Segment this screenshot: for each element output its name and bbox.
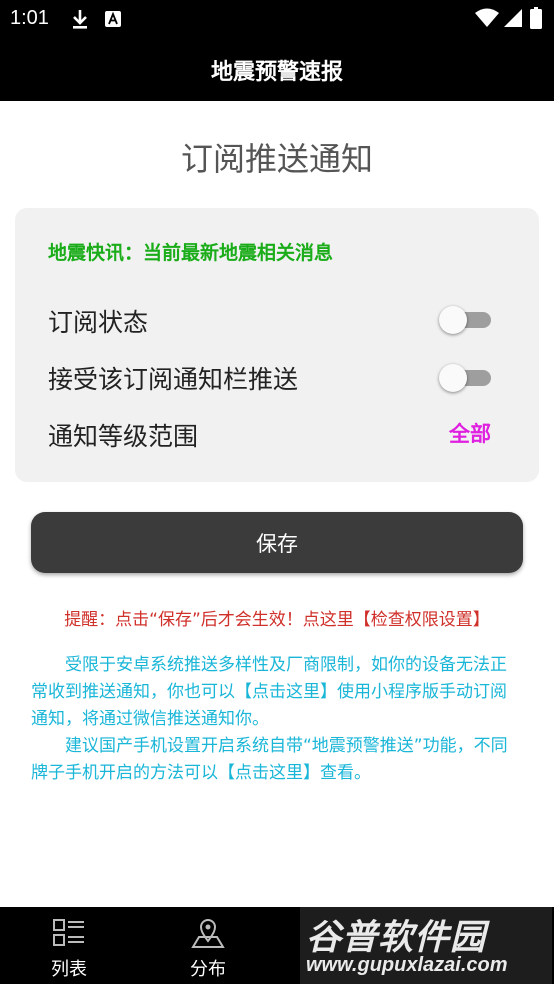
wifi-icon xyxy=(475,8,499,27)
status-time: 1:01 xyxy=(10,7,49,29)
subscription-card: 地震快讯：当前最新地震相关消息 订阅状态 接受该订阅通知栏推送 通知等级范围 全… xyxy=(15,208,539,482)
watermark: 谷普软件园 www.gupuxlazai.com xyxy=(300,907,552,984)
notification-level-label: 通知等级范围 xyxy=(48,422,199,451)
download-icon xyxy=(73,10,87,29)
status-bar: 1:01 xyxy=(0,0,554,38)
tab-list[interactable]: 列表 xyxy=(29,907,109,984)
subscription-status-toggle[interactable] xyxy=(439,306,491,334)
battery-icon xyxy=(530,7,542,29)
cell-signal-icon xyxy=(504,9,522,27)
list-icon xyxy=(53,919,84,946)
info-paragraph-miniprogram[interactable]: 受限于安卓系统推送多样性及厂商限制，如你的设备无法正常收到推送通知，你也可以【点… xyxy=(31,652,523,733)
app-title: 地震预警速报 xyxy=(210,59,343,85)
app-bar: 地震预警速报 xyxy=(0,38,554,101)
map-pin-icon xyxy=(191,919,225,948)
a-keyboard-icon xyxy=(105,11,121,27)
card-headline: 地震快讯：当前最新地震相关消息 xyxy=(48,242,334,264)
notification-bar-push-label: 接受该订阅通知栏推送 xyxy=(48,365,299,394)
info-block: 受限于安卓系统推送多样性及厂商限制，如你的设备无法正常收到推送通知，你也可以【点… xyxy=(31,652,523,787)
info-paragraph-system-push[interactable]: 建议国产手机设置开启系统自带“地震预警推送”功能，不同牌子手机开启的方法可以【点… xyxy=(31,733,523,787)
notification-bar-push-toggle[interactable] xyxy=(439,364,491,392)
watermark-name: 谷普软件园 xyxy=(306,918,487,958)
page-title: 订阅推送通知 xyxy=(180,140,373,178)
save-button[interactable]: 保存 xyxy=(31,512,523,573)
toggle-thumb xyxy=(439,364,467,392)
tab-distribution-label: 分布 xyxy=(190,959,226,980)
permission-reminder-link[interactable]: 提醒：点击“保存”后才会生效！点这里【检查权限设置】 xyxy=(0,605,554,630)
watermark-url: www.gupuxlazai.com xyxy=(306,954,508,976)
notification-level-value[interactable]: 全部 xyxy=(449,418,491,448)
subscription-status-label: 订阅状态 xyxy=(48,308,149,337)
tab-distribution[interactable]: 分布 xyxy=(168,907,248,984)
toggle-thumb xyxy=(439,306,467,334)
tab-list-label: 列表 xyxy=(51,959,87,980)
